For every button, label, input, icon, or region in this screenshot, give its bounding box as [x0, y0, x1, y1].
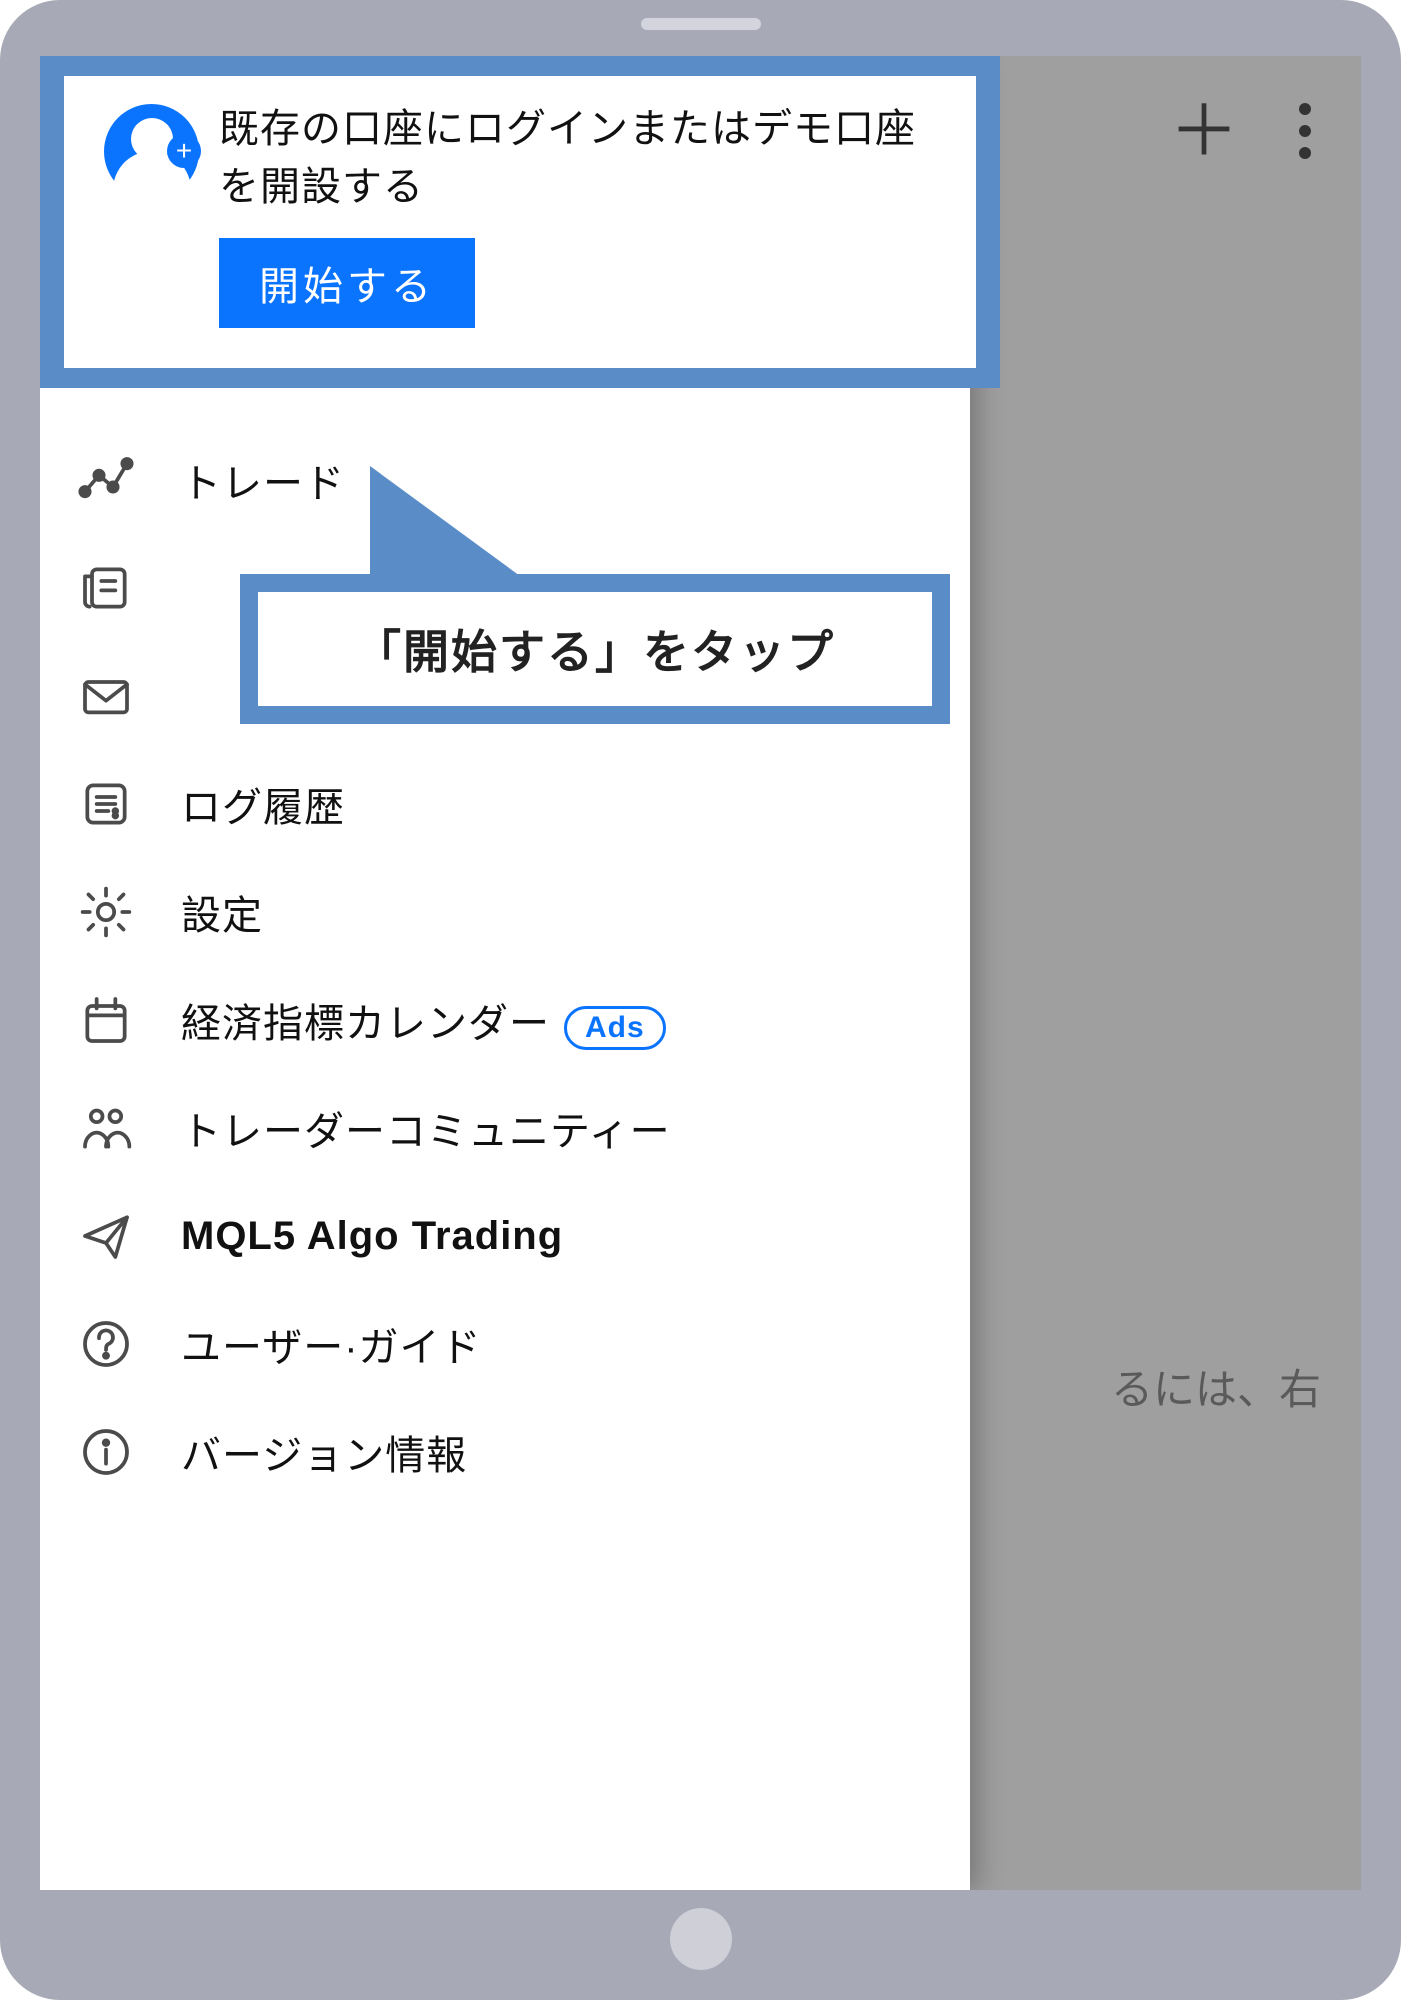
menu-label: 経済指標カレンダーAds — [181, 991, 666, 1050]
menu-label: トレーダーコミュニティー — [181, 1099, 671, 1157]
menu-item-logs[interactable]: ログ履歴 — [40, 750, 970, 858]
menu-label: ユーザー·ガイド — [181, 1315, 482, 1373]
menu-item-mql5[interactable]: MQL5 Algo Trading — [40, 1182, 970, 1290]
menu-label: 設定 — [181, 883, 263, 941]
log-icon — [76, 774, 136, 834]
menu-item-settings[interactable]: 設定 — [40, 858, 970, 966]
gear-icon — [76, 882, 136, 942]
menu-label: ログ履歴 — [181, 775, 345, 833]
callout-arrow — [370, 466, 520, 576]
account-body: 既存の口座にログインまたはデモ口座を開設する 開始する — [219, 100, 946, 328]
account-card[interactable]: + 既存の口座にログインまたはデモ口座を開設する 開始する — [64, 76, 976, 368]
account-description: 既存の口座にログインまたはデモ口座を開設する — [219, 100, 946, 216]
menu-item-community[interactable]: トレーダーコミュニティー — [40, 1074, 970, 1182]
ads-badge: Ads — [564, 1006, 666, 1050]
community-icon — [76, 1098, 136, 1158]
menu-item-about[interactable]: バージョン情報 — [40, 1398, 970, 1506]
chart-dots-icon — [76, 450, 136, 510]
news-icon — [76, 558, 136, 618]
tablet-frame: ＋ るには、右 トレード — [0, 0, 1401, 2000]
callout-text: 「開始する」をタップ — [240, 574, 950, 724]
info-icon — [76, 1422, 136, 1482]
menu-label: バージョン情報 — [181, 1423, 467, 1481]
calendar-icon — [76, 990, 136, 1050]
tablet-speaker — [641, 18, 761, 30]
device-screen: ＋ るには、右 トレード — [40, 56, 1361, 1890]
account-highlight-frame: + 既存の口座にログインまたはデモ口座を開設する 開始する — [40, 56, 1000, 388]
paper-plane-icon — [76, 1206, 136, 1266]
menu-item-guide[interactable]: ユーザー·ガイド — [40, 1290, 970, 1398]
menu-label: MQL5 Algo Trading — [181, 1214, 563, 1259]
add-account-avatar: + — [104, 104, 199, 199]
callout: 「開始する」をタップ — [240, 466, 950, 724]
plus-badge-icon: + — [167, 134, 201, 168]
help-icon — [76, 1314, 136, 1374]
home-button[interactable] — [670, 1908, 732, 1970]
mail-icon — [76, 666, 136, 726]
start-button[interactable]: 開始する — [219, 238, 475, 328]
menu-item-calendar[interactable]: 経済指標カレンダーAds — [40, 966, 970, 1074]
